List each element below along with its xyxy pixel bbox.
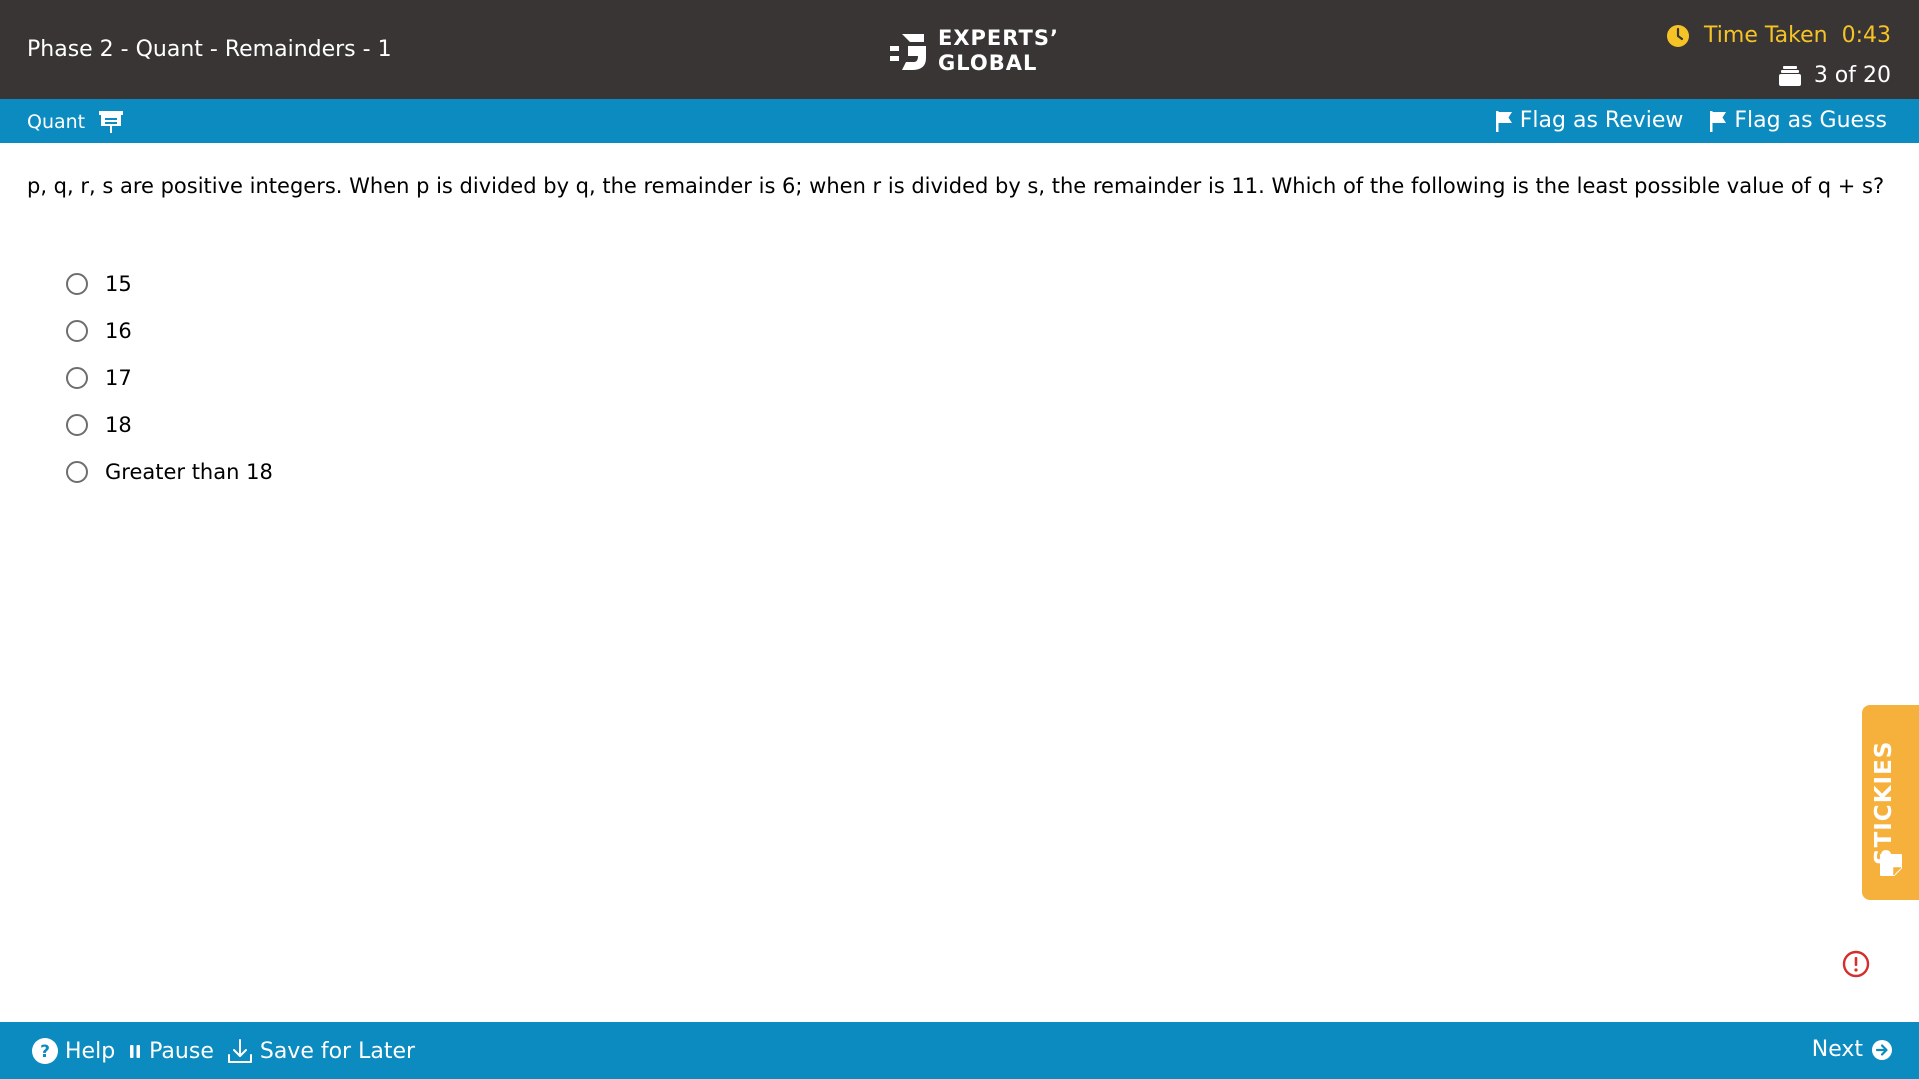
save-for-later-button[interactable]: Save for Later bbox=[226, 1037, 415, 1065]
help-button[interactable]: ? Help bbox=[31, 1037, 115, 1065]
option-label: 16 bbox=[105, 318, 132, 343]
flag-review-label: Flag as Review bbox=[1519, 108, 1684, 133]
time-taken: Time Taken 0:43 bbox=[1666, 23, 1891, 48]
help-icon: ? bbox=[32, 1038, 58, 1064]
logo-mark-icon bbox=[890, 34, 926, 70]
section-label: Quant bbox=[27, 111, 86, 133]
clock-icon bbox=[1667, 24, 1690, 47]
radio-button[interactable] bbox=[66, 413, 88, 436]
report-issue-icon[interactable] bbox=[1842, 950, 1870, 978]
answer-option-1[interactable]: 15 bbox=[66, 260, 273, 307]
question-counter: 3 of 20 bbox=[1778, 63, 1891, 88]
flag-icon bbox=[1710, 110, 1727, 132]
option-label: Greater than 18 bbox=[105, 459, 273, 484]
radio-button[interactable] bbox=[66, 460, 88, 483]
pause-button[interactable]: Pause bbox=[127, 1039, 214, 1064]
save-for-later-label: Save for Later bbox=[259, 1038, 416, 1064]
flag-as-review-button[interactable]: Flag as Review bbox=[1494, 108, 1684, 133]
option-label: 17 bbox=[105, 365, 132, 390]
stickies-tab[interactable]: STICKIES bbox=[1862, 705, 1919, 900]
sticky-note-icon bbox=[1880, 854, 1902, 876]
radio-button[interactable] bbox=[66, 272, 88, 295]
flag-guess-label: Flag as Guess bbox=[1734, 108, 1887, 133]
flag-buttons: Flag as Review Flag as Guess bbox=[1494, 108, 1887, 133]
download-icon bbox=[227, 1039, 252, 1063]
section-bar: Quant Flag as Review Flag as Guess bbox=[0, 99, 1919, 143]
experts-global-logo: EXPERTS’ GLOBAL bbox=[888, 26, 1059, 76]
pause-icon bbox=[130, 1045, 141, 1058]
section-name: Quant bbox=[27, 110, 124, 134]
question-text: p, q, r, s are positive integers. When p… bbox=[27, 174, 1885, 198]
footer-left-actions: ? Help Pause Save for Later bbox=[31, 1037, 415, 1065]
help-label: Help bbox=[65, 1038, 116, 1064]
progress-text: 3 of 20 bbox=[1813, 63, 1891, 88]
logo-line-2: GLOBAL bbox=[938, 51, 1038, 75]
flag-as-guess-button[interactable]: Flag as Guess bbox=[1708, 108, 1887, 133]
next-label: Next bbox=[1811, 1037, 1863, 1062]
timer-label: Time Taken bbox=[1704, 23, 1828, 48]
answer-options: 15 16 17 18 Greater than 18 bbox=[66, 260, 273, 495]
pause-label: Pause bbox=[149, 1038, 214, 1064]
svg-text:?: ? bbox=[40, 1042, 50, 1062]
radio-button[interactable] bbox=[66, 366, 88, 389]
question-stack-icon bbox=[1778, 65, 1801, 86]
radio-button[interactable] bbox=[66, 319, 88, 342]
presentation-board-icon[interactable] bbox=[98, 110, 124, 134]
bottom-toolbar: ? Help Pause Save for Later Next bbox=[0, 1022, 1919, 1079]
option-label: 15 bbox=[105, 271, 132, 296]
test-title: Phase 2 - Quant - Remainders - 1 bbox=[27, 37, 392, 62]
arrow-right-circle-icon bbox=[1872, 1039, 1892, 1060]
answer-option-4[interactable]: 18 bbox=[66, 401, 273, 448]
answer-option-3[interactable]: 17 bbox=[66, 354, 273, 401]
top-header: Phase 2 - Quant - Remainders - 1 EXPERTS… bbox=[0, 0, 1919, 99]
answer-option-2[interactable]: 16 bbox=[66, 307, 273, 354]
answer-option-5[interactable]: Greater than 18 bbox=[66, 448, 273, 495]
flag-icon bbox=[1495, 110, 1512, 132]
option-label: 18 bbox=[105, 412, 132, 437]
logo-line-1: EXPERTS’ bbox=[938, 26, 1059, 50]
next-button[interactable]: Next bbox=[1812, 1037, 1893, 1062]
timer-value: 0:43 bbox=[1841, 23, 1891, 48]
stickies-label: STICKIES bbox=[1871, 740, 1897, 865]
